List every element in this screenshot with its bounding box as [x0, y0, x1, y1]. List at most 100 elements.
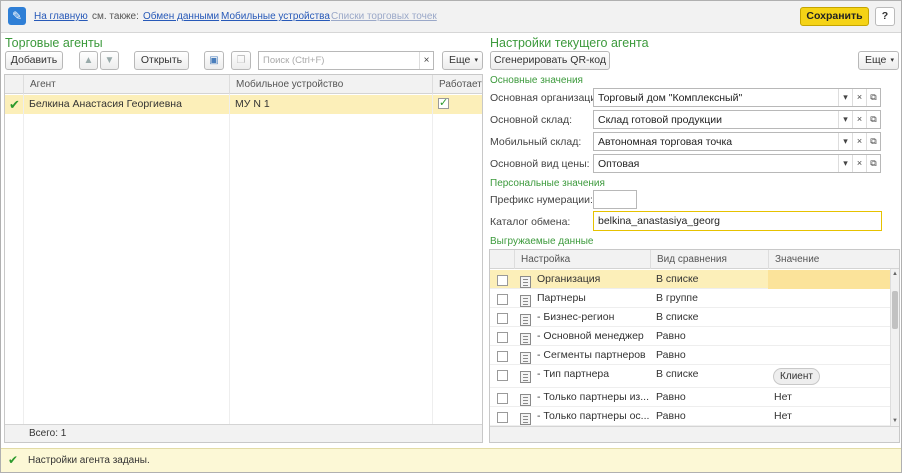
settings-document-icon — [520, 368, 531, 387]
export-row[interactable]: - Тип партнера В списке Клиент — [490, 365, 890, 388]
see-also-label: см. также: — [92, 11, 139, 22]
header-setting[interactable]: Настройка — [514, 250, 650, 269]
comparison-type: В списке — [656, 368, 699, 380]
organization-value: Торговый дом "Комплексный" — [598, 92, 743, 104]
setting-name: - Бизнес-регион — [537, 311, 615, 323]
clear-icon[interactable]: × — [852, 155, 866, 172]
exchange-link[interactable]: Обмен данными — [143, 11, 219, 22]
status-text: Настройки агента заданы. — [28, 455, 150, 466]
warehouse-field[interactable]: Склад готовой продукции ▾ × ⧉ — [593, 110, 881, 129]
help-button[interactable]: ? — [875, 7, 895, 26]
setting-value: Нет — [774, 391, 792, 403]
header-value[interactable]: Значение — [768, 250, 890, 269]
comparison-type: Равно — [656, 410, 686, 422]
home-link[interactable]: На главную — [34, 11, 88, 22]
table-row[interactable]: ✔ Белкина Анастасия Георгиевна МУ N 1 ✓ — [5, 95, 482, 114]
export-table-footer — [490, 426, 899, 442]
mobile-warehouse-field[interactable]: Автономная торговая точка ▾ × ⧉ — [593, 132, 881, 151]
save-button[interactable]: Сохранить — [800, 7, 869, 26]
setting-value: Нет — [774, 410, 792, 422]
active-check-icon: ✔ — [9, 97, 20, 112]
chevron-down-icon[interactable]: ▾ — [838, 155, 852, 172]
move-up-button[interactable]: ▲ — [79, 51, 98, 70]
total-count: Всего: 1 — [29, 428, 67, 439]
export-table: Настройка Вид сравнения Значение Организ… — [489, 249, 900, 443]
export-row[interactable]: - Бизнес-регион В списке — [490, 308, 890, 327]
header-agent[interactable]: Агент — [23, 75, 229, 94]
header-works[interactable]: Работает — [432, 75, 482, 94]
organization-field[interactable]: Торговый дом "Комплексный" ▾ × ⧉ — [593, 88, 881, 107]
agents-table-footer: Всего: 1 — [5, 424, 482, 442]
prefix-label: Префикс нумерации: — [490, 194, 593, 206]
move-down-button[interactable]: ▼ — [100, 51, 119, 70]
scroll-up-icon[interactable]: ▲ — [892, 271, 898, 277]
clear-icon[interactable]: × — [852, 133, 866, 150]
search-input[interactable]: Поиск (Ctrl+F) × — [258, 51, 434, 70]
setting-name: - Тип партнера — [537, 368, 610, 380]
export-row[interactable]: - Основной менеджер Равно — [490, 327, 890, 346]
scroll-down-icon[interactable]: ▼ — [892, 418, 898, 424]
open-button[interactable]: Открыть — [134, 51, 189, 70]
search-placeholder: Поиск (Ctrl+F) — [263, 55, 325, 66]
comparison-type: В списке — [656, 311, 699, 323]
personal-values-title: Персональные значения — [490, 178, 605, 189]
export-row[interactable]: - Только партнеры из... Равно Нет — [490, 388, 890, 407]
price-type-value: Оптовая — [598, 158, 640, 170]
settings-button[interactable]: ▣ — [204, 51, 224, 70]
setting-value: Клиент — [773, 368, 820, 385]
comparison-type: Равно — [656, 391, 686, 403]
open-icon[interactable]: ⧉ — [866, 111, 880, 128]
device-name: МУ N 1 — [235, 98, 270, 110]
export-data-title: Выгружаемые данные — [490, 236, 594, 247]
generate-qr-button[interactable]: Сгенерировать QR-код — [490, 51, 610, 70]
open-icon[interactable]: ⧉ — [866, 155, 880, 172]
chevron-down-icon[interactable]: ▾ — [838, 133, 852, 150]
open-icon[interactable]: ⧉ — [866, 133, 880, 150]
catalog-input[interactable]: belkina_anastasiya_georg — [593, 211, 882, 231]
add-button[interactable]: Добавить — [5, 51, 63, 70]
right-more-button[interactable]: Еще ▾ — [858, 51, 899, 70]
row-checkbox[interactable] — [497, 369, 508, 388]
agents-title: Торговые агенты — [5, 36, 103, 50]
export-row[interactable]: Партнеры В группе — [490, 289, 890, 308]
comparison-type: В группе — [656, 292, 698, 304]
scroll-thumb[interactable] — [892, 291, 898, 329]
agent-name: Белкина Анастасия Георгиевна — [29, 98, 182, 110]
chevron-down-icon[interactable]: ▾ — [838, 89, 852, 106]
agent-settings-title: Настройки текущего агента — [490, 36, 649, 50]
app-edit-icon[interactable]: ✎ — [8, 7, 26, 25]
trade-points-link[interactable]: Списки торговых точек — [331, 11, 437, 22]
mobile-devices-link[interactable]: Мобильные устройства — [221, 11, 330, 22]
agents-table-header: Агент Мобильное устройство Работает — [5, 75, 482, 94]
header-device[interactable]: Мобильное устройство — [229, 75, 432, 94]
export-row[interactable]: - Только партнеры ос... Равно Нет — [490, 407, 890, 426]
prefix-input[interactable] — [593, 190, 637, 209]
works-checkbox[interactable]: ✓ — [438, 97, 449, 116]
copy-icon: ❐ — [236, 55, 246, 66]
chevron-down-icon[interactable]: ▾ — [838, 111, 852, 128]
price-type-label: Основной вид цены: — [490, 158, 590, 170]
setting-name: Партнеры — [537, 292, 586, 304]
clear-icon[interactable]: × — [852, 111, 866, 128]
mobile-warehouse-value: Автономная торговая точка — [598, 136, 733, 148]
open-icon[interactable]: ⧉ — [866, 89, 880, 106]
status-bar: ✔ Настройки агента заданы. — [1, 448, 901, 472]
right-more-label: Еще — [865, 54, 887, 66]
mobile-warehouse-label: Мобильный склад: — [490, 136, 582, 148]
copy-button[interactable]: ❐ — [231, 51, 251, 70]
selected-value-cell[interactable] — [768, 270, 890, 289]
warehouse-value: Склад готовой продукции — [598, 114, 722, 126]
dropdown-icon: ▾ — [890, 57, 894, 64]
comparison-type: Равно — [656, 349, 686, 361]
organization-label: Основная организация: — [490, 92, 605, 104]
export-scrollbar[interactable]: ▲ ▼ — [890, 269, 899, 426]
clear-search-icon[interactable]: × — [419, 52, 433, 69]
left-more-button[interactable]: Еще ▾ — [442, 51, 483, 70]
dropdown-icon: ▾ — [474, 57, 478, 64]
price-type-field[interactable]: Оптовая ▾ × ⧉ — [593, 154, 881, 173]
export-row[interactable]: - Сегменты партнеров Равно — [490, 346, 890, 365]
clear-icon[interactable]: × — [852, 89, 866, 106]
arrow-up-icon: ▲ — [83, 55, 94, 66]
warehouse-label: Основной склад: — [490, 114, 573, 126]
header-comparison[interactable]: Вид сравнения — [650, 250, 768, 269]
